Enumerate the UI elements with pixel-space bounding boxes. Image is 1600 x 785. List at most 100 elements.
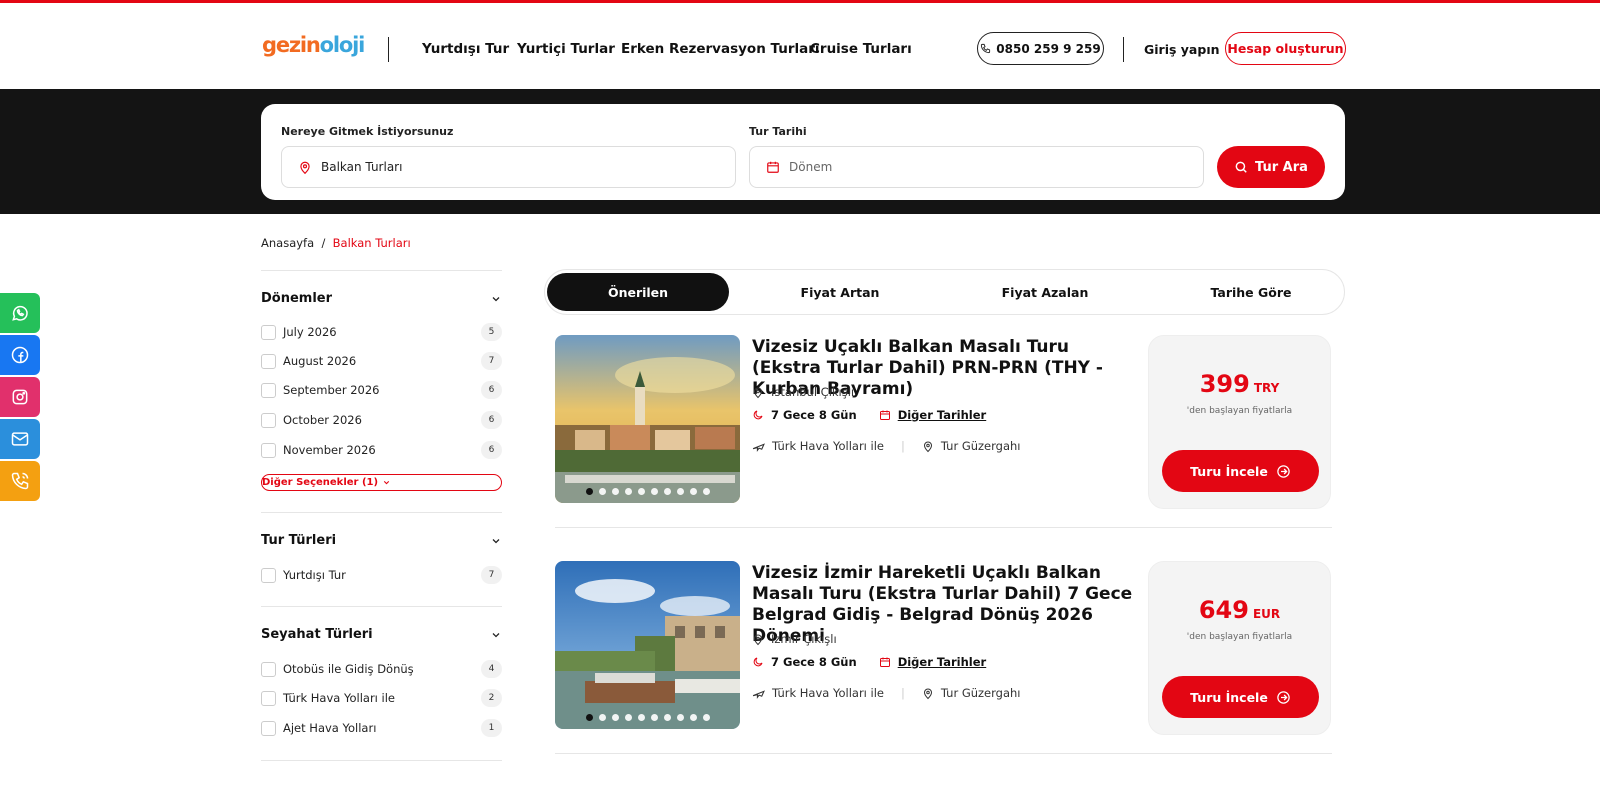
carousel-dot[interactable]	[624, 714, 632, 721]
tour-route-link[interactable]: Tur Güzergahı	[941, 686, 1021, 700]
filter-count-badge: 7	[481, 566, 502, 584]
moon-icon	[752, 656, 764, 668]
checkbox[interactable]	[261, 324, 276, 340]
tour-route-link[interactable]: Tur Güzergahı	[941, 439, 1021, 453]
tour-departure: İstanbul Çıkışlı	[752, 385, 854, 399]
instagram-icon	[10, 387, 30, 407]
more-options-button[interactable]: Diğer Seçenekler (1)	[261, 474, 502, 491]
carousel-dot[interactable]	[598, 488, 606, 495]
route-pin-icon	[922, 687, 934, 700]
nav-erken-rezervasyon[interactable]: Erken Rezervasyon Turları	[621, 41, 820, 57]
nav-yurtdisi-tur[interactable]: Yurtdışı Tur	[422, 41, 509, 57]
checkbox[interactable]	[261, 567, 276, 583]
carousel-dot[interactable]	[702, 714, 710, 721]
calendar-icon	[879, 656, 891, 668]
view-tour-button[interactable]: Turu İncele	[1162, 676, 1319, 718]
sort-fiyat-azalan[interactable]: Fiyat Azalan	[954, 273, 1136, 311]
filter-count-badge: 1	[481, 719, 502, 737]
filter-divider	[261, 512, 502, 513]
tour-photo-belgrade-river	[555, 561, 740, 729]
site-header: gezinoloji Yurtdışı Tur Yurtiçi Turlar E…	[0, 3, 1600, 89]
carousel-dot[interactable]	[676, 488, 684, 495]
carousel-dot[interactable]	[624, 488, 632, 495]
view-tour-button[interactable]: Turu İncele	[1162, 450, 1319, 492]
other-dates-link[interactable]: Diğer Tarihler	[898, 655, 987, 669]
nav-cruise-turlari[interactable]: Cruise Turları	[810, 41, 912, 57]
site-logo[interactable]: gezinoloji	[262, 33, 365, 57]
carousel-dot[interactable]	[689, 714, 697, 721]
tour-airline: Türk Hava Yolları ile	[772, 686, 884, 700]
filter-option[interactable]: September 2026 6	[261, 381, 502, 399]
other-dates-link[interactable]: Diğer Tarihler	[898, 408, 987, 422]
whatsapp-button[interactable]	[0, 293, 40, 333]
date-input[interactable]: Dönem	[749, 146, 1204, 188]
checkbox[interactable]	[261, 442, 276, 458]
tour-duration-text: 7 Gece 8 Gün	[771, 408, 857, 422]
filter-option[interactable]: Yurtdışı Tur 7	[261, 566, 502, 584]
filter-donemler-title: Dönemler	[261, 291, 333, 306]
filter-option-label: Ajet Hava Yolları	[283, 721, 377, 735]
sort-fiyat-artan[interactable]: Fiyat Artan	[749, 273, 931, 311]
filter-count-badge: 4	[481, 660, 502, 678]
filter-option[interactable]: July 2026 5	[261, 323, 502, 341]
breadcrumb: Anasayfa / Balkan Turları	[261, 236, 411, 250]
filter-option-label: July 2026	[283, 325, 337, 339]
carousel-dot[interactable]	[663, 714, 671, 721]
view-tour-label: Turu İncele	[1190, 463, 1268, 479]
sort-bar: Önerilen Fiyat Artan Fiyat Azalan Tarihe…	[544, 269, 1345, 315]
carousel-dot[interactable]	[598, 714, 606, 721]
date-label: Tur Tarihi	[749, 125, 807, 138]
login-link[interactable]: Giriş yapın	[1144, 42, 1220, 57]
breadcrumb-home[interactable]: Anasayfa	[261, 236, 314, 250]
filter-option[interactable]: October 2026 6	[261, 411, 502, 429]
filter-option[interactable]: August 2026 7	[261, 352, 502, 370]
register-button[interactable]: Hesap oluşturun	[1225, 32, 1346, 65]
filter-tur-turleri-header[interactable]: Tur Türleri	[261, 533, 502, 548]
price-box: 649 EUR 'den başlayan fiyatlarla Turu İnc…	[1148, 561, 1331, 735]
sort-onerilen[interactable]: Önerilen	[547, 273, 729, 311]
checkbox[interactable]	[261, 412, 276, 428]
carousel-dot[interactable]	[689, 488, 697, 495]
facebook-button[interactable]	[0, 335, 40, 375]
email-button[interactable]	[0, 419, 40, 459]
sort-tarihe-gore[interactable]: Tarihe Göre	[1160, 273, 1342, 311]
carousel-dot[interactable]	[650, 714, 658, 721]
checkbox[interactable]	[261, 382, 276, 398]
filter-option[interactable]: November 2026 6	[261, 441, 502, 459]
filter-count-badge: 6	[481, 381, 502, 399]
filter-option[interactable]: Türk Hava Yolları ile 2	[261, 689, 502, 707]
filter-donemler-header[interactable]: Dönemler	[261, 291, 502, 306]
carousel-dot[interactable]	[702, 488, 710, 495]
nav-yurtici-turlar[interactable]: Yurtiçi Turlar	[517, 41, 615, 57]
carousel-dot[interactable]	[611, 714, 619, 721]
card-divider	[555, 527, 1332, 528]
search-button-label: Tur Ara	[1255, 159, 1308, 175]
tour-image[interactable]	[555, 561, 740, 729]
carousel-dot[interactable]	[611, 488, 619, 495]
instagram-button[interactable]	[0, 377, 40, 417]
tour-image[interactable]	[555, 335, 740, 503]
phone-button[interactable]: 0850 259 9 259	[977, 32, 1104, 65]
checkbox[interactable]	[261, 353, 276, 369]
destination-input[interactable]: Balkan Turları	[281, 146, 736, 188]
filter-option[interactable]: Ajet Hava Yolları 1	[261, 719, 502, 737]
checkbox[interactable]	[261, 720, 276, 736]
carousel-dot[interactable]	[585, 714, 593, 721]
search-button[interactable]: Tur Ara	[1217, 146, 1325, 188]
carousel-dot[interactable]	[637, 714, 645, 721]
filter-seyahat-turleri-header[interactable]: Seyahat Türleri	[261, 627, 502, 642]
carousel-dot[interactable]	[676, 714, 684, 721]
breadcrumb-separator: /	[321, 236, 326, 250]
checkbox[interactable]	[261, 690, 276, 706]
location-pin-icon	[298, 160, 312, 175]
carousel-dot[interactable]	[650, 488, 658, 495]
checkbox[interactable]	[261, 661, 276, 677]
header-divider-2	[1123, 37, 1124, 62]
carousel-dot[interactable]	[585, 488, 593, 495]
filter-divider	[261, 760, 502, 761]
carousel-dot[interactable]	[663, 488, 671, 495]
phone-call-button[interactable]	[0, 461, 40, 501]
filter-option-label: November 2026	[283, 443, 376, 457]
filter-option[interactable]: Otobüs ile Gidiş Dönüş 4	[261, 660, 502, 678]
carousel-dot[interactable]	[637, 488, 645, 495]
